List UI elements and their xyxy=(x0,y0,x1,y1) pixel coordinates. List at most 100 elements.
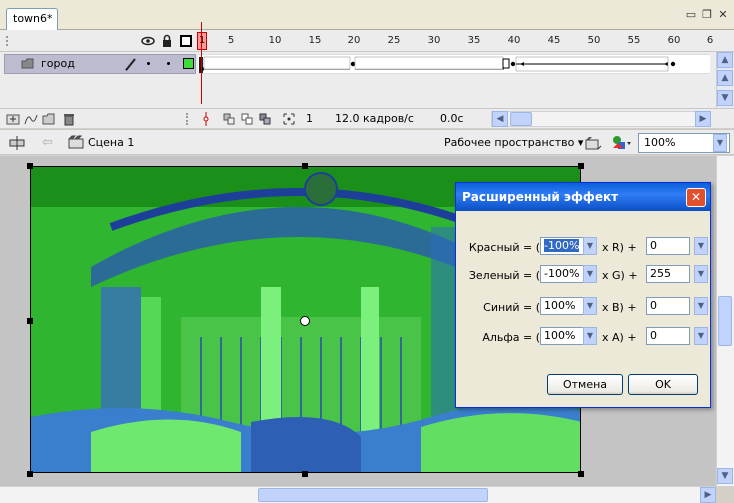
transform-handle[interactable] xyxy=(578,163,584,169)
edit-multiple-frames-icon[interactable] xyxy=(282,112,296,126)
red-percent-field[interactable]: -100% xyxy=(540,237,584,255)
layer-name[interactable]: город xyxy=(41,57,75,70)
tween-track xyxy=(199,56,676,73)
green-label: Зеленый = ( xyxy=(468,269,540,282)
stage-horizontal-scrollbar[interactable]: ▶ xyxy=(0,486,716,503)
layer-icon xyxy=(21,58,34,69)
scroll-down-icon[interactable]: ▼ xyxy=(717,468,733,484)
timeline-status-bar: 1 12.0 кадров/с 0.0с ◀ ▶ xyxy=(0,108,734,128)
minimize-icon[interactable]: ▭ xyxy=(685,9,697,21)
timeline-header: 1 5 10 15 20 25 30 35 40 45 50 55 60 6 1 xyxy=(0,30,734,52)
document-tab[interactable]: town6* xyxy=(6,8,58,30)
zoom-value: 100% xyxy=(644,136,676,149)
layer-row[interactable]: город xyxy=(0,54,734,74)
blue-label: Синий = ( xyxy=(483,301,540,314)
frame-number: 45 xyxy=(547,35,561,46)
frame-number: 55 xyxy=(627,35,641,46)
frame-number: 25 xyxy=(387,35,401,46)
frame-rate-readout: 12.0 кадров/с xyxy=(335,112,414,125)
alpha-offset-field[interactable]: 0 xyxy=(646,327,690,345)
status-grip[interactable] xyxy=(186,113,188,125)
layer-frames[interactable] xyxy=(198,54,710,74)
chevron-down-icon[interactable]: ▼ xyxy=(713,134,727,152)
blue-channel-label: x B) + xyxy=(602,301,637,314)
onion-outlines-icon[interactable] xyxy=(258,112,272,126)
close-icon[interactable]: ✕ xyxy=(686,188,706,207)
alpha-percent-field[interactable]: 100% xyxy=(540,327,584,345)
frame-number: 30 xyxy=(427,35,441,46)
center-frame-icon[interactable] xyxy=(222,112,236,126)
elapsed-time-readout: 0.0с xyxy=(440,112,464,125)
transform-handle[interactable] xyxy=(302,471,308,477)
transform-handle[interactable] xyxy=(27,163,33,169)
scene-label[interactable]: Сцена 1 xyxy=(88,136,134,149)
chevron-down-icon[interactable]: ▼ xyxy=(694,297,708,315)
playhead-line xyxy=(201,22,202,104)
close-icon[interactable]: ✕ xyxy=(717,9,729,21)
alpha-label: Альфа = ( xyxy=(482,331,540,344)
restore-icon[interactable]: ❐ xyxy=(701,9,713,21)
playhead[interactable]: 1 xyxy=(197,32,207,50)
blue-offset-field[interactable]: 0 xyxy=(646,297,690,315)
lock-icon[interactable] xyxy=(160,34,174,48)
scroll-thumb[interactable] xyxy=(258,488,488,502)
scroll-up-icon[interactable]: ▲ xyxy=(717,70,733,86)
green-offset-field[interactable]: 255 xyxy=(646,265,690,283)
workspace-menu[interactable]: Рабочее пространство ▾ xyxy=(444,136,583,149)
stage-vertical-scrollbar[interactable]: ▼ xyxy=(716,156,734,486)
trash-icon[interactable] xyxy=(62,112,76,126)
visibility-dot-icon[interactable] xyxy=(147,62,150,65)
chevron-down-icon[interactable]: ▼ xyxy=(694,265,708,283)
scroll-up-icon[interactable]: ▲ xyxy=(717,52,733,68)
scroll-down-icon[interactable]: ▼ xyxy=(717,90,733,106)
chevron-down-icon[interactable]: ▼ xyxy=(583,265,597,283)
chevron-down-icon[interactable]: ▼ xyxy=(583,327,597,345)
scroll-right-icon[interactable]: ▶ xyxy=(700,487,716,503)
scroll-right-icon[interactable]: ▶ xyxy=(695,111,711,127)
registration-point-icon[interactable] xyxy=(300,316,310,326)
onion-skin-icon[interactable] xyxy=(240,112,254,126)
transform-handle[interactable] xyxy=(27,471,33,477)
advanced-effect-dialog: Расширенный эффект ✕ Красный = ( -100% ▼… xyxy=(455,182,711,408)
layer-color-swatch[interactable] xyxy=(183,58,194,69)
chevron-down-icon[interactable]: ▼ xyxy=(694,327,708,345)
document-tab-strip: town6* ▭ ❐ ✕ xyxy=(0,0,734,30)
frame-number: 35 xyxy=(467,35,481,46)
current-frame-readout: 1 xyxy=(306,112,313,125)
red-offset-field[interactable]: 0 xyxy=(646,237,690,255)
eye-icon[interactable] xyxy=(141,34,155,48)
alpha-channel-label: x A) + xyxy=(602,331,637,344)
back-arrow-icon[interactable]: ⇦ xyxy=(42,135,56,150)
folder-icon[interactable] xyxy=(42,112,56,126)
frame-number: 10 xyxy=(268,35,282,46)
scroll-thumb[interactable] xyxy=(510,112,532,126)
edit-scene-icon[interactable] xyxy=(584,134,602,152)
chevron-down-icon[interactable]: ▼ xyxy=(583,297,597,315)
cancel-button[interactable]: Отмена xyxy=(547,374,623,395)
timeline-toggle-icon[interactable] xyxy=(8,134,26,152)
timeline-horizontal-scrollbar[interactable]: ◀ ▶ xyxy=(491,111,711,127)
insert-layer-icon[interactable] xyxy=(6,112,20,126)
motion-guide-icon[interactable] xyxy=(24,112,38,126)
ok-button[interactable]: OK xyxy=(628,374,698,395)
transform-handle[interactable] xyxy=(27,318,33,324)
workspace-label: Рабочее пространство xyxy=(444,136,575,149)
lock-dot-icon[interactable] xyxy=(167,62,170,65)
red-label: Красный = ( xyxy=(468,241,540,254)
timeline-vertical-scrollbar[interactable]: ▲ ▲ ▼ xyxy=(716,52,733,108)
zoom-select[interactable]: 100% ▼ xyxy=(638,133,730,153)
transform-handle[interactable] xyxy=(578,471,584,477)
layer-name-cell[interactable]: город xyxy=(4,54,196,74)
green-percent-field[interactable]: -100% xyxy=(540,265,584,283)
dialog-title[interactable]: Расширенный эффект xyxy=(456,183,710,211)
frame-number: 20 xyxy=(347,35,361,46)
scroll-thumb[interactable] xyxy=(718,296,732,346)
blue-percent-field[interactable]: 100% xyxy=(540,297,584,315)
edit-symbols-icon[interactable] xyxy=(610,134,632,152)
chevron-down-icon[interactable]: ▼ xyxy=(583,237,597,255)
outline-icon[interactable] xyxy=(179,34,193,48)
scroll-left-icon[interactable]: ◀ xyxy=(492,111,508,127)
chevron-down-icon[interactable]: ▼ xyxy=(694,237,708,255)
transform-handle[interactable] xyxy=(302,163,308,169)
frame-number: 40 xyxy=(507,35,521,46)
